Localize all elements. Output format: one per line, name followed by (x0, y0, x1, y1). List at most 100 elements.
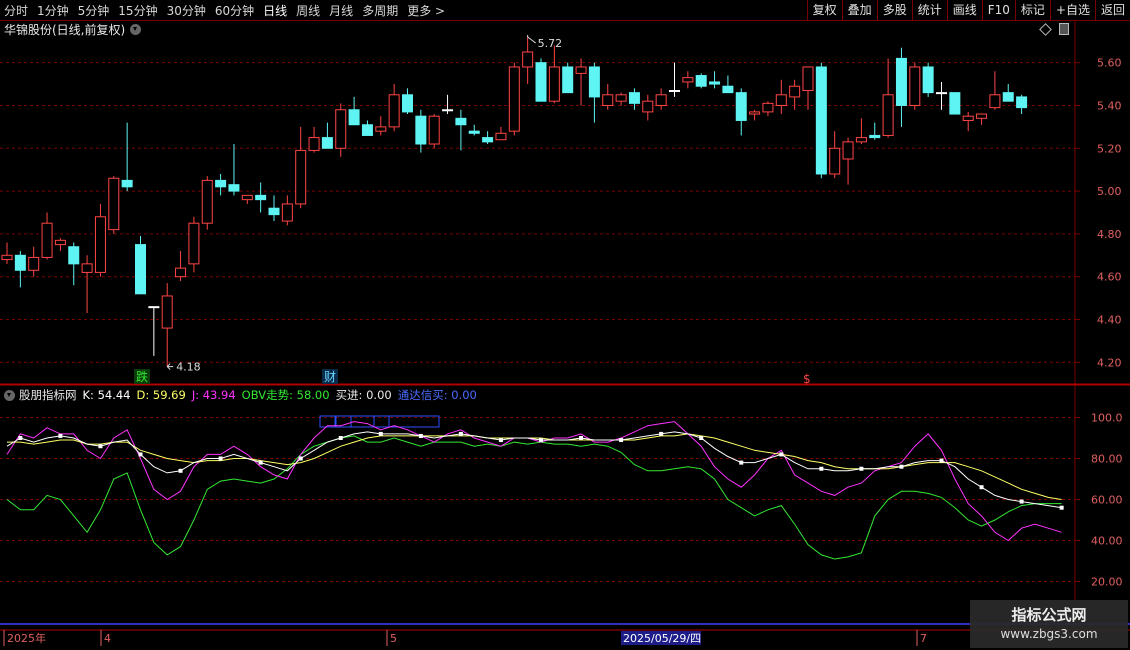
candle-body (855, 137, 867, 143)
k-point (338, 436, 343, 440)
obv-value: OBV走势: 58.00 (241, 388, 330, 402)
candle-body (628, 92, 640, 104)
k-point (178, 468, 183, 473)
candle-body (882, 94, 894, 136)
date-label: 2025年 (7, 631, 46, 645)
d-value: D: 59.69 (136, 388, 186, 402)
candle-body (54, 239, 66, 246)
k-point (539, 438, 543, 443)
candle-body (1016, 96, 1028, 109)
candle-body (228, 184, 240, 192)
candle-body (468, 130, 480, 134)
k-point (819, 466, 824, 471)
candle-body (802, 66, 814, 92)
candle-body (1, 254, 13, 261)
candle-body (588, 66, 600, 98)
candle-body (361, 124, 373, 136)
k-point (498, 438, 503, 443)
candle-body (335, 109, 347, 149)
candle-body (522, 51, 534, 68)
j-value: J: 43.94 (191, 388, 236, 402)
candle-body (428, 115, 440, 145)
k-value: K: 54.44 (82, 388, 131, 402)
low-label: 4.18 (176, 361, 201, 374)
candle-body (508, 66, 520, 132)
event-marker-cai: 财 (324, 370, 336, 384)
watermark-title: 指标公式网 (1011, 606, 1087, 624)
candle-body (442, 109, 454, 112)
candle-body (815, 66, 827, 175)
y-tick-label: 100.0 (1091, 412, 1123, 425)
candle-body (321, 137, 333, 149)
stock-chart-svg: 5.60 5.40 5.20 5.00 4.80 4.60 4.40 4.20 100.0 80.… (0, 21, 1130, 646)
date-label: 7 (920, 632, 927, 645)
date-highlight: 2025/05/29/四 (623, 632, 701, 645)
k-point (138, 452, 143, 457)
k-point (859, 466, 864, 471)
candle-body (455, 117, 467, 126)
candle-body (775, 94, 787, 106)
k-point (779, 452, 784, 457)
k-point (378, 431, 383, 436)
candle-body (829, 147, 841, 175)
candle-body (936, 92, 947, 95)
candle-body (869, 134, 881, 139)
candle-body (722, 85, 734, 94)
candle-body (575, 66, 587, 74)
k-point (458, 431, 463, 436)
chevron-down-icon[interactable] (4, 389, 15, 401)
high-pointer (527, 35, 536, 44)
candle-body (108, 177, 120, 231)
candle-body (615, 94, 627, 102)
y-tick-label: 5.40 (1097, 99, 1122, 112)
candle-body (14, 254, 26, 271)
candle-body (842, 141, 854, 160)
candle-body (749, 111, 761, 115)
date-label: 5 (390, 632, 397, 645)
candle-body (415, 115, 427, 145)
signal-value: 通达信买: 0.00 (397, 388, 477, 402)
candle-body (895, 57, 907, 106)
candle-body (789, 85, 801, 98)
candle-body (308, 137, 320, 151)
candle-body (655, 94, 667, 106)
candle-body (81, 263, 93, 273)
high-label: 5.72 (538, 37, 563, 50)
y-tick-label: 60.00 (1091, 494, 1123, 507)
k-point (579, 436, 584, 440)
k-point (418, 433, 423, 438)
candle-body (682, 77, 694, 83)
candle-body (548, 66, 560, 102)
y-tick-label: 20.00 (1091, 576, 1123, 589)
y-tick-label: 40.00 (1091, 535, 1123, 548)
low-pointer (166, 363, 174, 370)
candle-body (976, 113, 988, 119)
candle-body (482, 137, 494, 143)
candle-body (68, 246, 80, 265)
candle-body (949, 92, 961, 115)
candle-body (148, 306, 160, 309)
candle-body (602, 94, 614, 106)
candle-body (188, 222, 200, 265)
candle-body (201, 179, 213, 224)
candle-body (962, 115, 974, 121)
y-tick-label: 4.20 (1097, 356, 1122, 369)
candle-body (909, 66, 921, 106)
candle-body (922, 66, 934, 94)
candle-body (28, 256, 40, 271)
candle-body (268, 207, 280, 216)
k-point (218, 456, 223, 461)
watermark: 指标公式网 www.zbgs3.com (970, 600, 1128, 648)
candle-body (535, 62, 547, 102)
candle-body (388, 94, 400, 128)
indicator-header: 股朋指标网 K: 54.44 D: 59.69 J: 43.94 OBV走势: … (4, 387, 483, 403)
candle-body (255, 194, 267, 201)
candle-body (402, 94, 413, 113)
k-point (979, 485, 984, 490)
candle-body (175, 267, 187, 278)
y-tick-label: 4.40 (1097, 313, 1122, 326)
candle-body (762, 102, 774, 113)
y-tick-label: 4.60 (1097, 271, 1122, 284)
y-tick-label: 4.80 (1097, 228, 1122, 241)
candle-body (735, 92, 747, 121)
